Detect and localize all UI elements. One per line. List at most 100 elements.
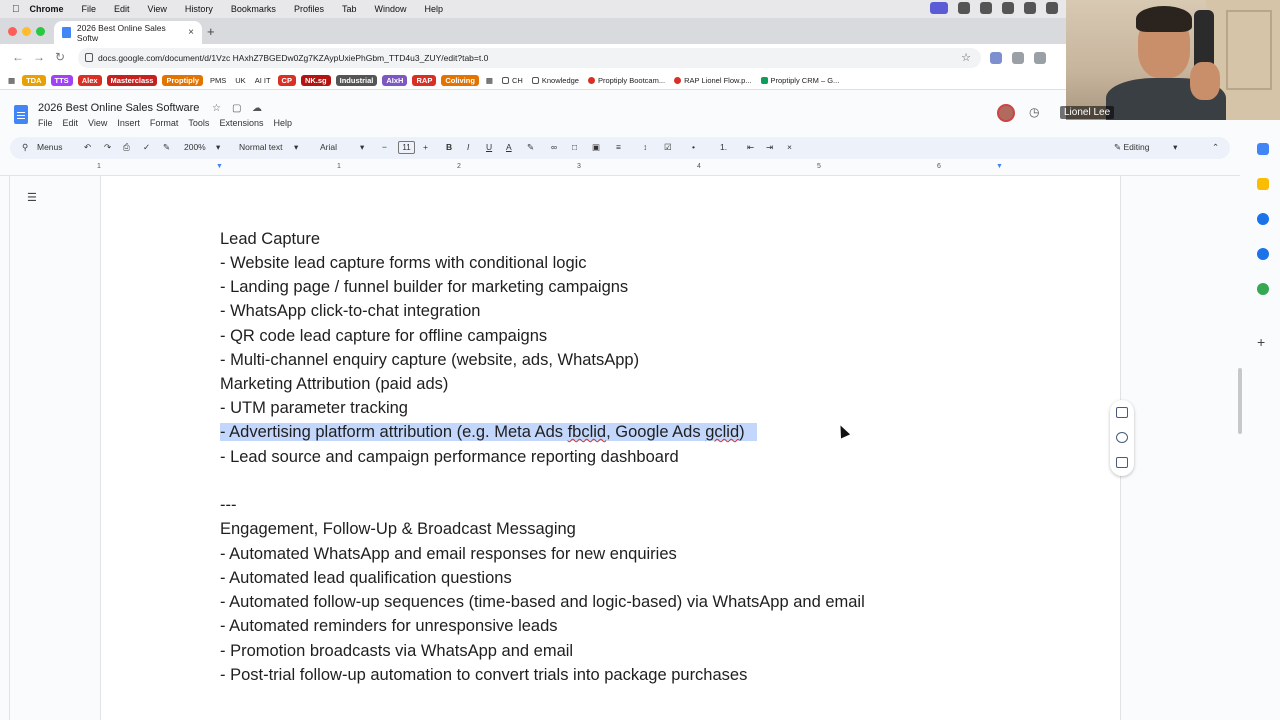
spellcheck-icon[interactable]: ✓	[143, 142, 150, 153]
back-icon[interactable]: ←	[12, 50, 24, 64]
menu-history[interactable]: History	[185, 4, 213, 14]
doc-line[interactable]: - Landing page / funnel builder for mark…	[220, 277, 628, 297]
doc-line[interactable]: - QR code lead capture for offline campa…	[220, 326, 547, 346]
extension-icon[interactable]	[1034, 52, 1046, 64]
indent-marker-icon[interactable]: ▼	[216, 163, 223, 170]
font-size-input[interactable]: 11	[398, 141, 415, 154]
editing-mode-select[interactable]: ✎ Editing ▾	[1114, 142, 1177, 153]
doc-line[interactable]: - Lead source and campaign performance r…	[220, 447, 679, 467]
doc-line[interactable]: - Automated WhatsApp and email responses…	[220, 544, 677, 564]
emoji-reaction-icon[interactable]	[1116, 432, 1128, 443]
bookmark-industrial[interactable]: Industrial	[335, 75, 378, 86]
style-select[interactable]: Normal text	[239, 142, 282, 152]
menu-edit[interactable]: Edit	[114, 4, 130, 14]
contacts-icon[interactable]	[1257, 248, 1269, 260]
document-outline-icon[interactable]: ☰	[27, 191, 37, 204]
status-icon[interactable]	[1024, 2, 1036, 14]
bookmark-folder-ch[interactable]: CH	[500, 75, 525, 86]
doc-line[interactable]: - Post-trial follow-up automation to con…	[220, 665, 747, 685]
add-comment-icon[interactable]	[1116, 407, 1128, 418]
bookmark-proptiply[interactable]: Proptiply	[162, 75, 203, 86]
zoom-select[interactable]: 200%	[184, 142, 206, 152]
link-icon[interactable]: ∞	[551, 142, 557, 152]
apple-icon[interactable]: 	[12, 4, 20, 15]
forward-icon[interactable]: →	[33, 50, 45, 64]
bookmark-tts[interactable]: TTS	[50, 75, 73, 86]
bookmark-ai-it[interactable]: AI IT	[253, 75, 273, 86]
bookmark-alex[interactable]: Alex	[77, 75, 102, 86]
search-icon[interactable]: ⚲	[22, 142, 28, 153]
doc-line[interactable]: - UTM parameter tracking	[220, 398, 408, 418]
tasks-icon[interactable]	[1257, 213, 1269, 225]
doc-line[interactable]: - WhatsApp click-to-chat integration	[220, 301, 480, 321]
bookmark-uk[interactable]: UK	[233, 75, 247, 86]
docs-menu-format[interactable]: Format	[150, 118, 179, 128]
highlight-icon[interactable]: ✎	[527, 142, 534, 153]
menu-window[interactable]: Window	[374, 4, 406, 14]
browser-tab[interactable]: 2026 Best Online Sales Softw ×	[54, 21, 202, 44]
minimize-window-button[interactable]	[22, 27, 31, 36]
scrollbar-thumb[interactable]	[1238, 368, 1242, 434]
suggest-edit-icon[interactable]	[1116, 457, 1128, 468]
increase-font-icon[interactable]: +	[423, 142, 428, 152]
extension-icon[interactable]	[1012, 52, 1024, 64]
doc-line[interactable]: - Promotion broadcasts via WhatsApp and …	[220, 641, 573, 661]
menu-view[interactable]: View	[148, 4, 167, 14]
docs-menu-file[interactable]: File	[38, 118, 53, 128]
bookmark-star-icon[interactable]: ☆	[961, 51, 971, 64]
bookmark-folder-knowledge[interactable]: Knowledge	[530, 75, 581, 86]
menu-file[interactable]: File	[82, 4, 97, 14]
apps-icon[interactable]: ▦	[6, 75, 17, 86]
add-addon-icon[interactable]: +	[1257, 335, 1269, 349]
docs-menu-tools[interactable]: Tools	[188, 118, 209, 128]
document-title[interactable]: 2026 Best Online Sales Software	[38, 102, 199, 114]
collapse-toolbar-icon[interactable]: ⌃	[1212, 142, 1219, 153]
checklist-icon[interactable]: ☑	[664, 142, 672, 153]
status-icon[interactable]	[1002, 2, 1014, 14]
new-tab-icon[interactable]: +	[207, 24, 215, 39]
address-bar[interactable]: docs.google.com/document/d/1Vzc HAxhZ7BG…	[78, 48, 981, 68]
bookmark-proptiply-crm[interactable]: Proptiply CRM – G...	[759, 75, 842, 86]
reload-icon[interactable]: ↻	[55, 50, 65, 64]
line-spacing-icon[interactable]: ↕	[643, 142, 647, 152]
bookmark-grid-icon[interactable]: ▦	[484, 75, 495, 86]
status-icon[interactable]	[980, 2, 992, 14]
chevron-down-icon[interactable]: ▾	[360, 142, 364, 153]
star-icon[interactable]: ☆	[212, 103, 221, 114]
menus-search[interactable]: Menus	[37, 142, 63, 152]
cloud-status-icon[interactable]: ☁	[252, 103, 262, 114]
doc-line[interactable]: - Automated reminders for unresponsive l…	[220, 616, 558, 636]
menu-tab[interactable]: Tab	[342, 4, 357, 14]
chevron-down-icon[interactable]: ▾	[294, 142, 298, 153]
comment-icon[interactable]: □	[572, 142, 577, 152]
right-indent-marker-icon[interactable]: ▼	[996, 163, 1003, 170]
doc-line[interactable]: - Automated follow-up sequences (time-ba…	[220, 592, 865, 612]
menu-help[interactable]: Help	[424, 4, 443, 14]
decrease-font-icon[interactable]: −	[382, 142, 387, 152]
bookmark-pms[interactable]: PMS	[208, 75, 228, 86]
text-color-icon[interactable]: A	[506, 142, 512, 152]
docs-menu-help[interactable]: Help	[273, 118, 292, 128]
bookmark-aixh[interactable]: AIxH	[382, 75, 408, 86]
app-menu[interactable]: Chrome	[30, 4, 64, 14]
doc-line-highlighted[interactable]: - Advertising platform attribution (e.g.…	[220, 422, 757, 442]
paint-format-icon[interactable]: ✎	[163, 142, 170, 153]
undo-icon[interactable]: ↶	[84, 142, 91, 153]
numbered-list-icon[interactable]: 1.	[720, 142, 727, 152]
docs-menu-insert[interactable]: Insert	[117, 118, 140, 128]
docs-menu-extensions[interactable]: Extensions	[219, 118, 263, 128]
underline-icon[interactable]: U	[486, 142, 492, 152]
doc-line[interactable]: - Automated lead qualification questions	[220, 568, 512, 588]
bookmark-masterclass[interactable]: Masterclass	[106, 75, 158, 86]
bookmark-rap-lionel-flow[interactable]: RAP Lionel Flow.p...	[672, 75, 753, 86]
decrease-indent-icon[interactable]: ⇤	[747, 142, 754, 153]
bookmark-coliving[interactable]: Coliving	[441, 75, 479, 86]
doc-line[interactable]: ---	[220, 495, 236, 515]
doc-line[interactable]: Lead Capture	[220, 229, 320, 249]
status-icon[interactable]	[958, 2, 970, 14]
clear-formatting-icon[interactable]: ×	[787, 142, 792, 152]
bookmark-proptiply-bootcamp[interactable]: Proptiply Bootcam...	[586, 75, 667, 86]
bold-icon[interactable]: B	[446, 142, 452, 152]
font-select[interactable]: Arial	[320, 142, 337, 152]
image-icon[interactable]: ▣	[592, 142, 600, 153]
